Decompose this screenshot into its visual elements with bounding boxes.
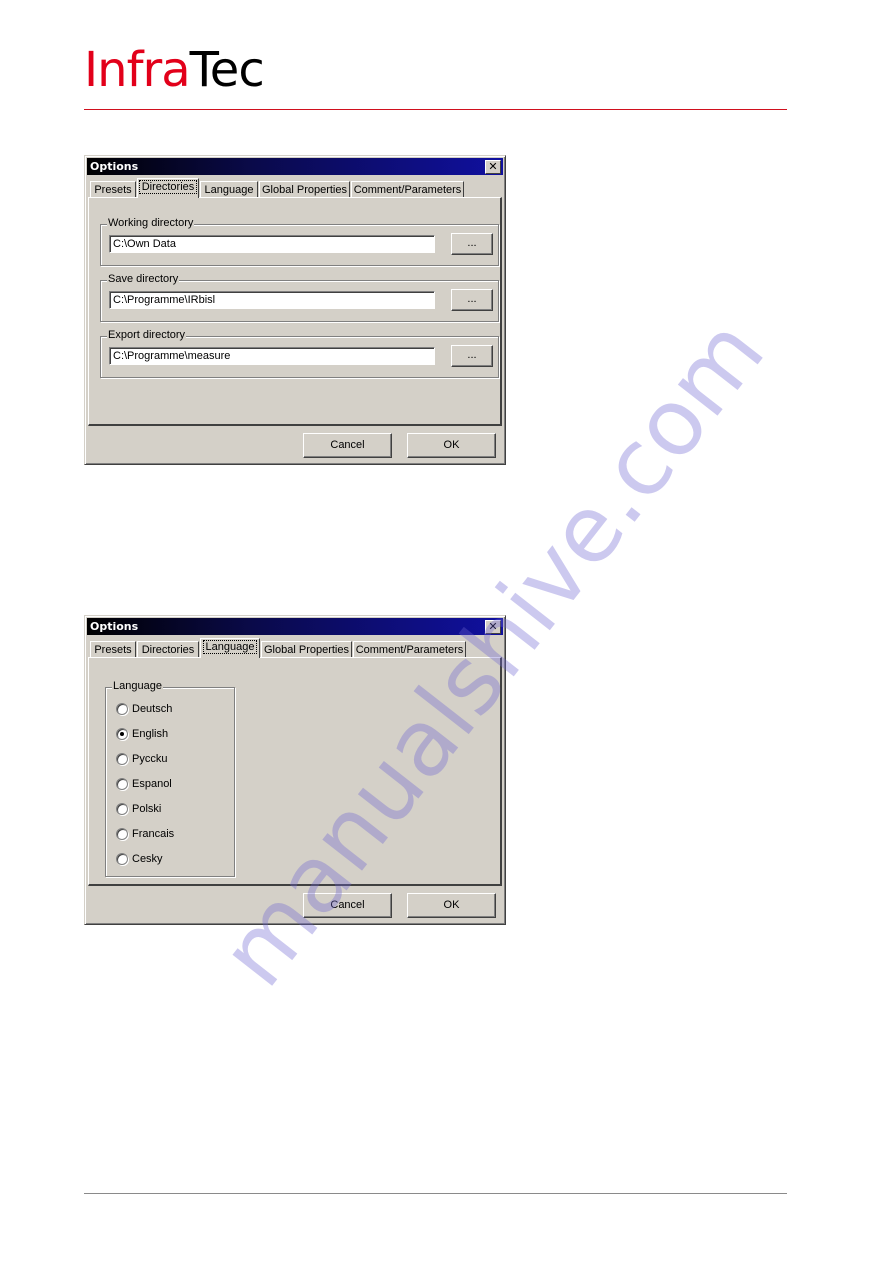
options-dialog-language: Options ✕ Presets Directories Language G… bbox=[84, 615, 506, 925]
tab-presets[interactable]: Presets bbox=[90, 181, 136, 197]
cancel-button[interactable]: Cancel bbox=[303, 433, 392, 458]
header-divider bbox=[84, 109, 787, 110]
save-directory-group: Save directory C:\Programme\IRbisl ... bbox=[100, 273, 499, 322]
logo-tec: Tec bbox=[189, 42, 265, 98]
tab-directories[interactable]: Directories bbox=[137, 178, 199, 198]
radio-button-checked[interactable] bbox=[116, 728, 128, 740]
radio-button[interactable] bbox=[116, 803, 128, 815]
cancel-button[interactable]: Cancel bbox=[303, 893, 392, 918]
dialog-title: Options bbox=[90, 620, 139, 633]
tab-language[interactable]: Language bbox=[200, 638, 260, 658]
tab-comment-parameters[interactable]: Comment/Parameters bbox=[351, 181, 464, 197]
export-directory-label: Export directory bbox=[107, 329, 187, 342]
working-directory-label: Working directory bbox=[107, 217, 195, 230]
radio-button[interactable] bbox=[116, 853, 128, 865]
tab-directories[interactable]: Directories bbox=[137, 641, 199, 657]
radio-button[interactable] bbox=[116, 753, 128, 765]
options-dialog-directories: Options ✕ Presets Directories Language G… bbox=[84, 155, 506, 465]
infratec-logo: InfraTec bbox=[84, 42, 265, 98]
export-directory-input[interactable]: C:\Programme\measure bbox=[109, 347, 435, 365]
save-directory-label: Save directory bbox=[107, 273, 180, 286]
radio-button[interactable] bbox=[116, 703, 128, 715]
title-bar: Options ✕ bbox=[87, 618, 503, 635]
working-directory-input[interactable]: C:\Own Data bbox=[109, 235, 435, 253]
language-group-label: Language bbox=[112, 680, 163, 693]
logo-infra: Infra bbox=[84, 42, 191, 98]
tab-global-properties[interactable]: Global Properties bbox=[259, 181, 350, 197]
working-directory-browse-button[interactable]: ... bbox=[451, 233, 493, 255]
tab-comment-parameters[interactable]: Comment/Parameters bbox=[353, 641, 466, 657]
radio-button[interactable] bbox=[116, 778, 128, 790]
working-directory-group: Working directory C:\Own Data ... bbox=[100, 217, 499, 266]
close-button[interactable]: ✕ bbox=[485, 160, 501, 174]
ok-button[interactable]: OK bbox=[407, 893, 496, 918]
tab-presets[interactable]: Presets bbox=[90, 641, 136, 657]
tab-panel-language: Language Deutsch English Pyccku Espanol … bbox=[88, 657, 502, 886]
save-directory-input[interactable]: C:\Programme\IRbisl bbox=[109, 291, 435, 309]
language-group: Language Deutsch English Pyccku Espanol … bbox=[105, 680, 235, 877]
radio-button[interactable] bbox=[116, 828, 128, 840]
close-icon: ✕ bbox=[488, 620, 498, 633]
footer-divider bbox=[84, 1193, 787, 1194]
close-button[interactable]: ✕ bbox=[485, 620, 501, 634]
tab-panel-directories: Working directory C:\Own Data ... Save d… bbox=[88, 197, 502, 426]
export-directory-browse-button[interactable]: ... bbox=[451, 345, 493, 367]
tab-global-properties[interactable]: Global Properties bbox=[261, 641, 352, 657]
save-directory-browse-button[interactable]: ... bbox=[451, 289, 493, 311]
close-icon: ✕ bbox=[488, 160, 498, 173]
tab-language[interactable]: Language bbox=[200, 181, 258, 197]
export-directory-group: Export directory C:\Programme\measure ..… bbox=[100, 329, 499, 378]
dialog-title: Options bbox=[90, 160, 139, 173]
ok-button[interactable]: OK bbox=[407, 433, 496, 458]
title-bar: Options ✕ bbox=[87, 158, 503, 175]
